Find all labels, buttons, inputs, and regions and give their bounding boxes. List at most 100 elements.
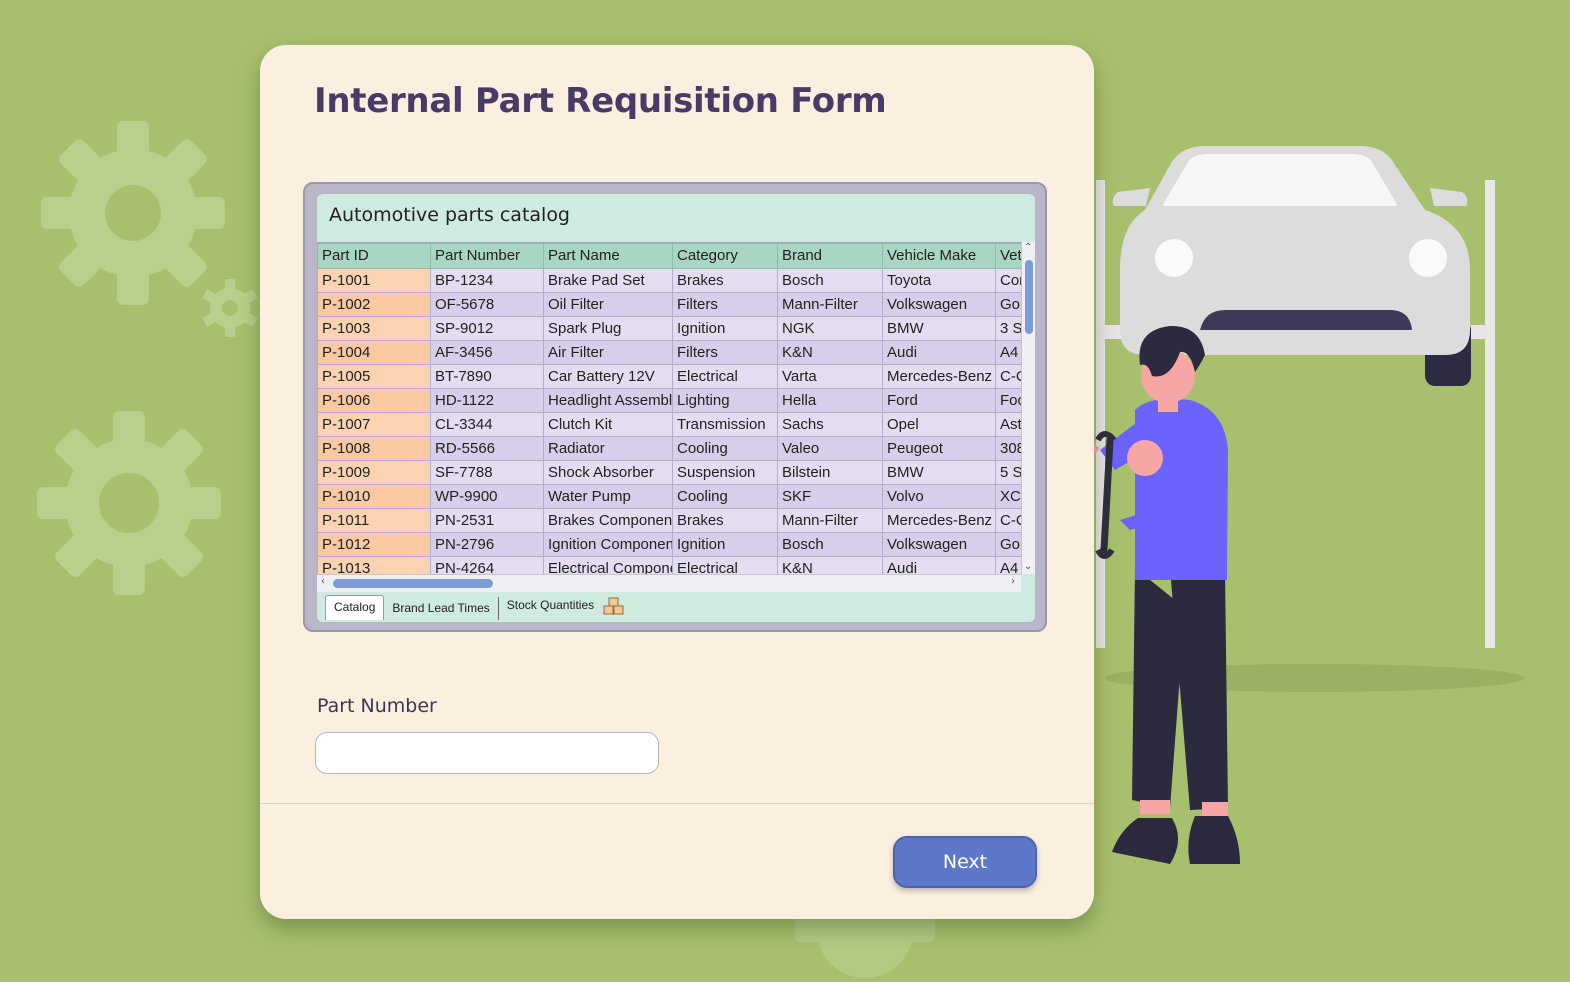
table-cell[interactable]: Shock Absorber: [543, 460, 673, 485]
table-cell[interactable]: Air Filter: [543, 340, 673, 365]
table-cell[interactable]: Volkswagen: [882, 532, 996, 557]
scroll-up-icon[interactable]: ⌃: [1024, 242, 1032, 253]
table-cell[interactable]: Valeo: [777, 436, 883, 461]
table-cell[interactable]: SKF: [777, 484, 883, 509]
table-cell[interactable]: BP-1234: [430, 268, 544, 293]
table-cell[interactable]: Brakes: [672, 268, 778, 293]
table-cell[interactable]: Mann-Filter: [777, 292, 883, 317]
table-cell[interactable]: Bosch: [777, 268, 883, 293]
table-cell[interactable]: Filters: [672, 292, 778, 317]
table-cell[interactable]: Foc: [995, 388, 1021, 413]
table-cell[interactable]: Sachs: [777, 412, 883, 437]
table-cell[interactable]: Opel: [882, 412, 996, 437]
column-header[interactable]: Vehicle Make: [882, 243, 996, 269]
column-header[interactable]: Brand: [777, 243, 883, 269]
table-cell[interactable]: NGK: [777, 316, 883, 341]
table-cell[interactable]: P-1005: [317, 364, 431, 389]
table-cell[interactable]: P-1006: [317, 388, 431, 413]
table-cell[interactable]: Brakes: [672, 508, 778, 533]
table-cell[interactable]: P-1004: [317, 340, 431, 365]
table-cell[interactable]: P-1011: [317, 508, 431, 533]
horizontal-scrollbar[interactable]: ‹ ›: [317, 574, 1021, 592]
table-cell[interactable]: Gol: [995, 532, 1021, 557]
table-cell[interactable]: Ast: [995, 412, 1021, 437]
table-cell[interactable]: P-1003: [317, 316, 431, 341]
table-cell[interactable]: BT-7890: [430, 364, 544, 389]
table-cell[interactable]: PN-4264: [430, 556, 544, 575]
scroll-down-icon[interactable]: ⌄: [1024, 561, 1032, 572]
table-cell[interactable]: P-1001: [317, 268, 431, 293]
table-cell[interactable]: Audi: [882, 556, 996, 575]
table-cell[interactable]: Lighting: [672, 388, 778, 413]
table-cell[interactable]: Volvo: [882, 484, 996, 509]
table-cell[interactable]: Oil Filter: [543, 292, 673, 317]
part-number-input[interactable]: [315, 732, 659, 774]
table-cell[interactable]: 308: [995, 436, 1021, 461]
table-cell[interactable]: P-1002: [317, 292, 431, 317]
table-cell[interactable]: 5 S: [995, 460, 1021, 485]
column-header[interactable]: Vet: [995, 243, 1021, 269]
table-cell[interactable]: PN-2796: [430, 532, 544, 557]
table-cell[interactable]: 3 S: [995, 316, 1021, 341]
table-cell[interactable]: Filters: [672, 340, 778, 365]
table-cell[interactable]: Spark Plug: [543, 316, 673, 341]
table-cell[interactable]: Car Battery 12V: [543, 364, 673, 389]
table-cell[interactable]: RD-5566: [430, 436, 544, 461]
table-cell[interactable]: Varta: [777, 364, 883, 389]
table-cell[interactable]: Electrical: [672, 364, 778, 389]
table-cell[interactable]: HD-1122: [430, 388, 544, 413]
table-cell[interactable]: Electrical: [672, 556, 778, 575]
table-cell[interactable]: Ford: [882, 388, 996, 413]
table-cell[interactable]: CL-3344: [430, 412, 544, 437]
table-cell[interactable]: Brake Pad Set: [543, 268, 673, 293]
table-cell[interactable]: Toyota: [882, 268, 996, 293]
table-cell[interactable]: AF-3456: [430, 340, 544, 365]
table-cell[interactable]: K&N: [777, 340, 883, 365]
next-button[interactable]: Next: [893, 836, 1037, 888]
table-cell[interactable]: P-1013: [317, 556, 431, 575]
column-header[interactable]: Part Number: [430, 243, 544, 269]
table-cell[interactable]: OF-5678: [430, 292, 544, 317]
table-cell[interactable]: SF-7788: [430, 460, 544, 485]
table-cell[interactable]: K&N: [777, 556, 883, 575]
horizontal-scroll-thumb[interactable]: [333, 579, 493, 588]
table-cell[interactable]: C-C: [995, 508, 1021, 533]
tab-brand-lead-times[interactable]: Brand Lead Times: [384, 597, 499, 620]
table-cell[interactable]: Radiator: [543, 436, 673, 461]
table-cell[interactable]: Bilstein: [777, 460, 883, 485]
table-cell[interactable]: Ignition Componen: [543, 532, 673, 557]
vertical-scrollbar[interactable]: ⌃ ⌄: [1021, 242, 1035, 574]
table-cell[interactable]: Ignition: [672, 316, 778, 341]
table-cell[interactable]: A4: [995, 556, 1021, 575]
table-cell[interactable]: Volkswagen: [882, 292, 996, 317]
table-cell[interactable]: Suspension: [672, 460, 778, 485]
table-cell[interactable]: P-1010: [317, 484, 431, 509]
scroll-right-icon[interactable]: ›: [1011, 576, 1015, 587]
table-cell[interactable]: Hella: [777, 388, 883, 413]
table-cell[interactable]: BMW: [882, 460, 996, 485]
table-cell[interactable]: Cooling: [672, 436, 778, 461]
table-cell[interactable]: Peugeot: [882, 436, 996, 461]
table-cell[interactable]: Ignition: [672, 532, 778, 557]
table-cell[interactable]: Audi: [882, 340, 996, 365]
column-header[interactable]: Part Name: [543, 243, 673, 269]
table-cell[interactable]: P-1007: [317, 412, 431, 437]
table-cell[interactable]: P-1009: [317, 460, 431, 485]
table-cell[interactable]: C-C: [995, 364, 1021, 389]
table-cell[interactable]: Bosch: [777, 532, 883, 557]
table-cell[interactable]: Water Pump: [543, 484, 673, 509]
table-cell[interactable]: Mercedes-Benz: [882, 508, 996, 533]
table-cell[interactable]: Brakes Component: [543, 508, 673, 533]
vertical-scroll-thumb[interactable]: [1025, 260, 1033, 334]
table-cell[interactable]: Mercedes-Benz: [882, 364, 996, 389]
column-header[interactable]: Part ID: [317, 243, 431, 269]
table-cell[interactable]: Headlight Assembl: [543, 388, 673, 413]
table-cell[interactable]: P-1008: [317, 436, 431, 461]
table-cell[interactable]: A4: [995, 340, 1021, 365]
table-cell[interactable]: Cooling: [672, 484, 778, 509]
table-cell[interactable]: XC9: [995, 484, 1021, 509]
table-cell[interactable]: P-1012: [317, 532, 431, 557]
table-cell[interactable]: Electrical Compone: [543, 556, 673, 575]
table-cell[interactable]: BMW: [882, 316, 996, 341]
column-header[interactable]: Category: [672, 243, 778, 269]
